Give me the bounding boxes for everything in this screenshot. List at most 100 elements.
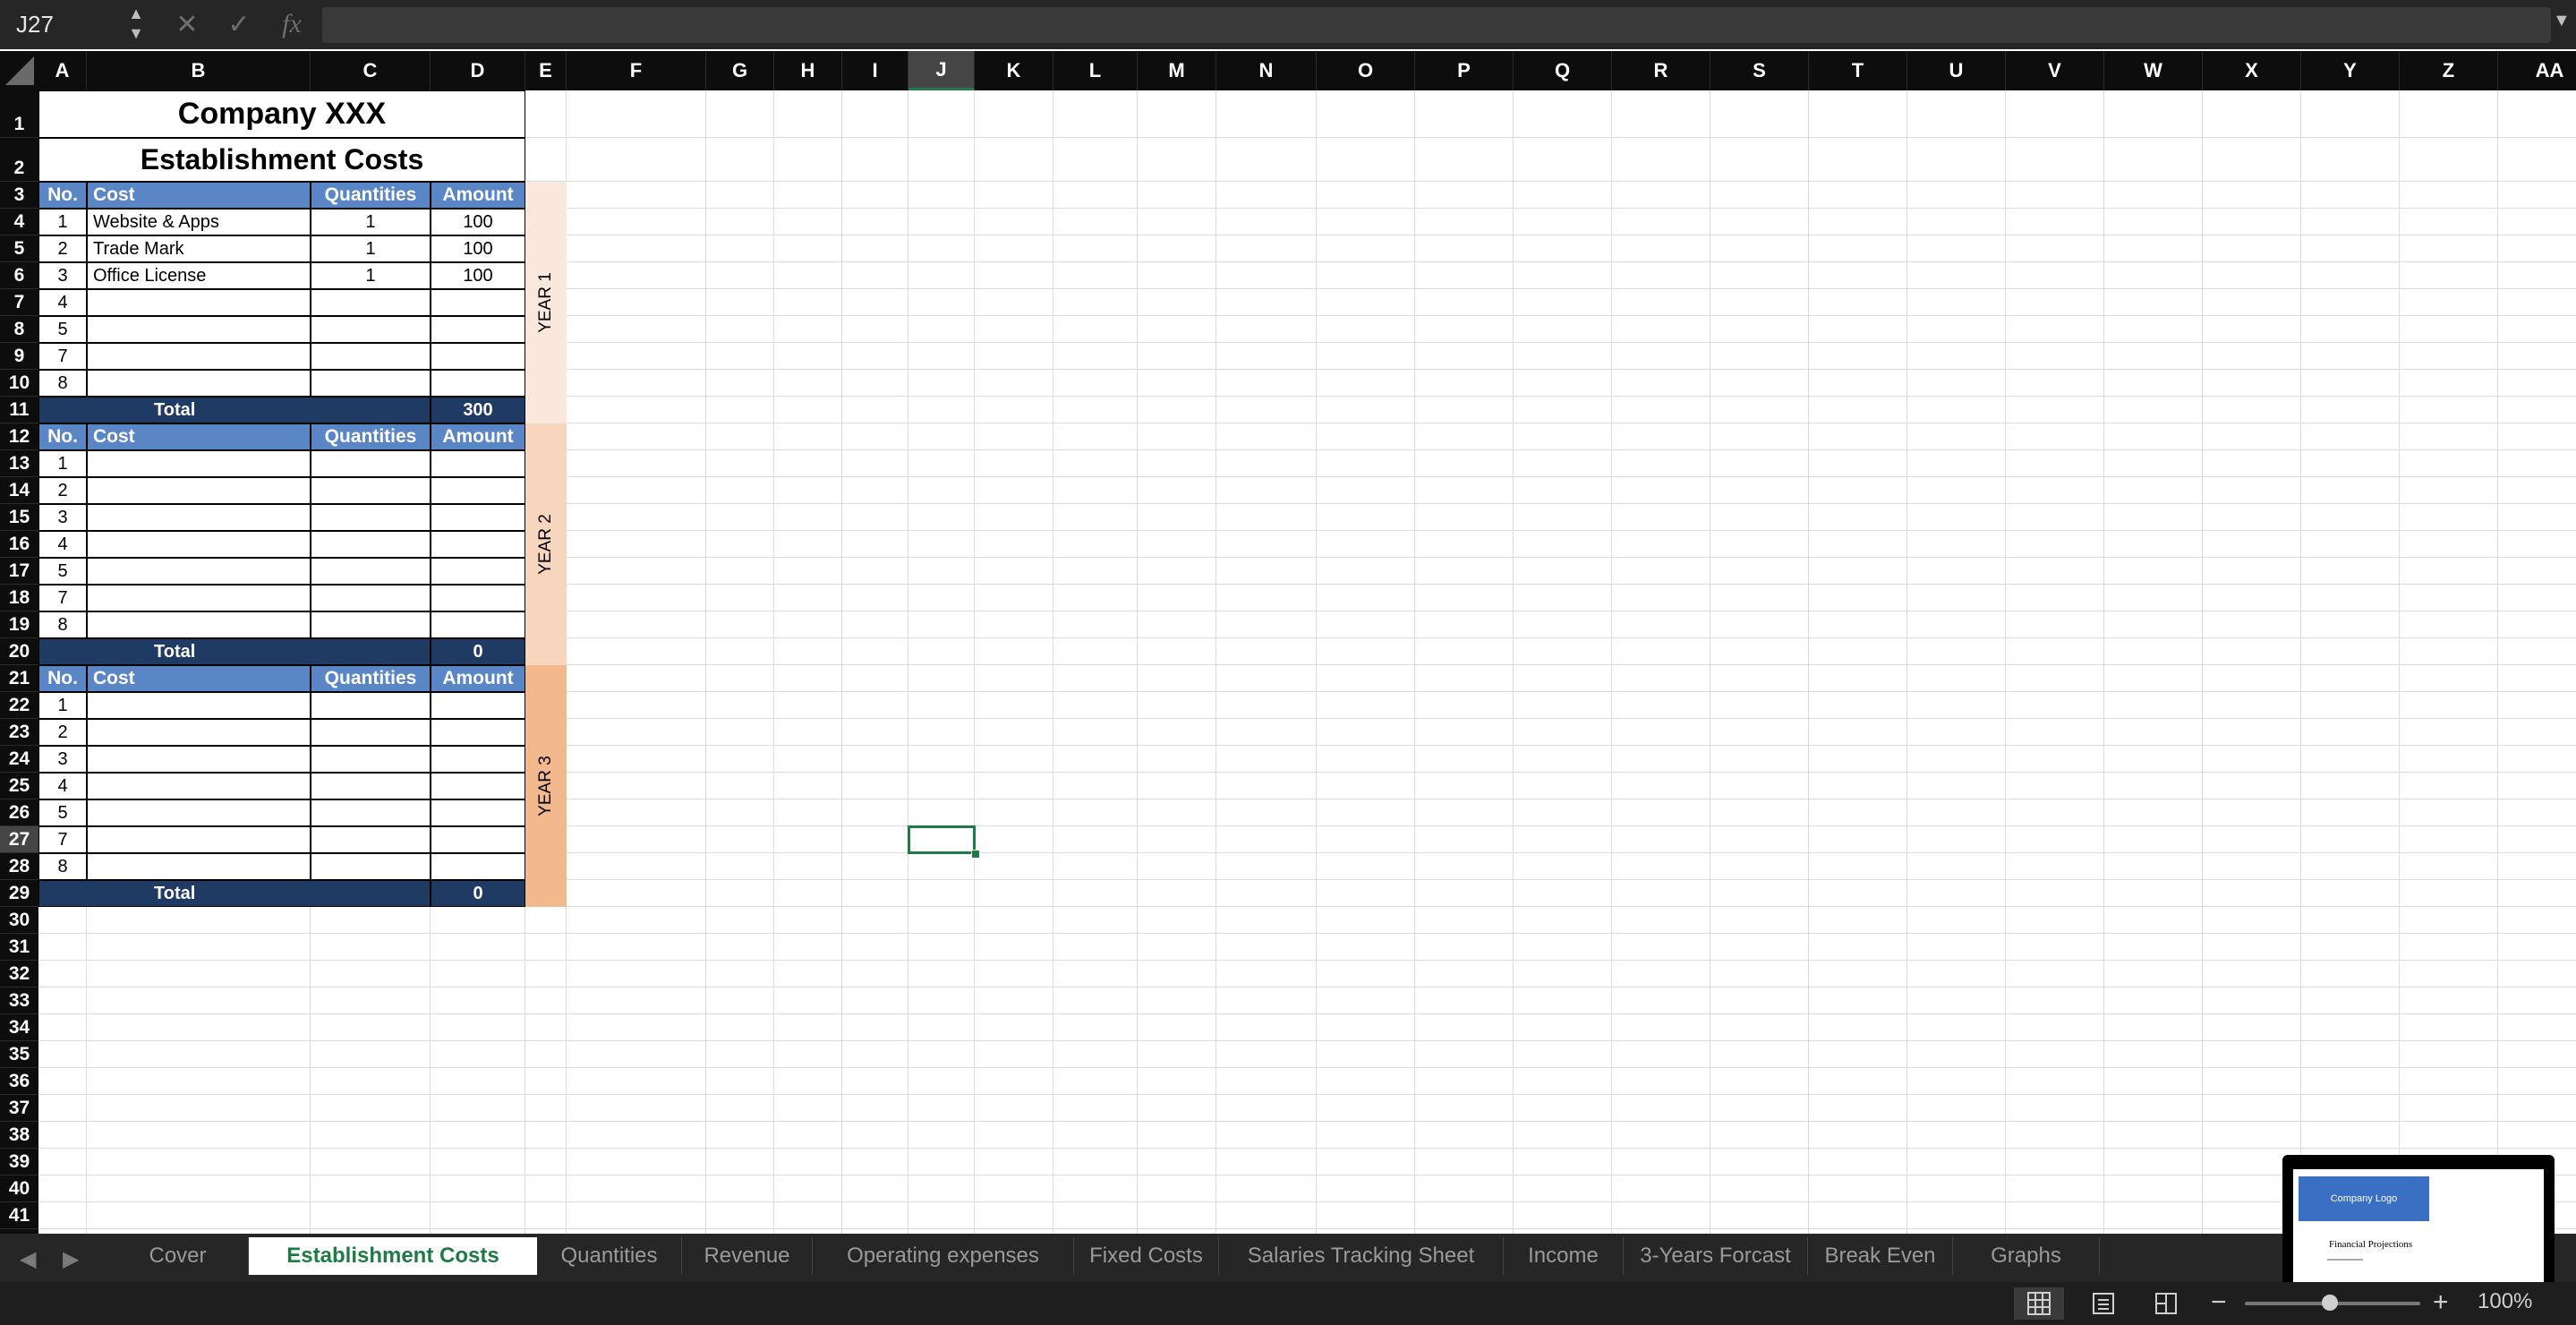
table-header-quantities[interactable]: Quantities — [311, 182, 431, 209]
table-row-no[interactable]: 4 — [38, 773, 87, 799]
table-row-no[interactable]: 8 — [38, 853, 87, 880]
table-total-label[interactable]: Total — [38, 638, 431, 665]
column-header-y[interactable]: Y — [2301, 51, 2400, 90]
table-row-quantity[interactable] — [311, 289, 431, 316]
table-row-no[interactable]: 2 — [38, 719, 87, 746]
table-row-cost[interactable]: Website & Apps — [87, 209, 311, 235]
column-header-z[interactable]: Z — [2400, 51, 2498, 90]
table-total-amount[interactable]: 0 — [431, 638, 525, 665]
sheet-tab-operating-expenses[interactable]: Operating expenses — [813, 1237, 1074, 1275]
table-row-cost[interactable] — [87, 692, 311, 719]
row-header-4[interactable]: 4 — [0, 209, 38, 235]
table-row-cost[interactable] — [87, 799, 311, 826]
row-header-1[interactable]: 1 — [0, 90, 38, 138]
row-header-12[interactable]: 12 — [0, 423, 38, 450]
table-header-amount[interactable]: Amount — [431, 665, 525, 692]
table-row-amount[interactable] — [431, 343, 525, 370]
sheet-tab-break-even[interactable]: Break Even — [1808, 1237, 1953, 1275]
table-row-no[interactable]: 1 — [38, 692, 87, 719]
column-header-q[interactable]: Q — [1514, 51, 1612, 90]
column-header-s[interactable]: S — [1710, 51, 1809, 90]
row-header-33[interactable]: 33 — [0, 987, 38, 1014]
row-header-34[interactable]: 34 — [0, 1014, 38, 1041]
table-row-amount[interactable]: 100 — [431, 209, 525, 235]
table-row-quantity[interactable] — [311, 558, 431, 585]
table-row-amount[interactable] — [431, 531, 525, 558]
table-row-cost[interactable] — [87, 853, 311, 880]
column-header-a[interactable]: A — [38, 51, 87, 90]
table-row-cost[interactable] — [87, 746, 311, 773]
normal-view-button[interactable] — [2014, 1287, 2064, 1320]
table-header-no[interactable]: No. — [38, 182, 87, 209]
table-row-quantity[interactable] — [311, 746, 431, 773]
table-row-amount[interactable] — [431, 289, 525, 316]
table-row-quantity[interactable] — [311, 585, 431, 611]
table-row-quantity[interactable] — [311, 370, 431, 397]
table-row-cost[interactable] — [87, 289, 311, 316]
row-header-24[interactable]: 24 — [0, 746, 38, 773]
column-header-v[interactable]: V — [2006, 51, 2104, 90]
table-header-quantities[interactable]: Quantities — [311, 423, 431, 450]
cancel-icon[interactable]: ✕ — [172, 7, 202, 41]
column-header-r[interactable]: R — [1612, 51, 1710, 90]
zoom-out-button[interactable]: − — [2211, 1287, 2227, 1318]
row-header-27[interactable]: 27 — [0, 826, 38, 853]
page-break-view-button[interactable] — [2141, 1287, 2191, 1320]
column-header-o[interactable]: O — [1317, 51, 1415, 90]
row-header-36[interactable]: 36 — [0, 1068, 38, 1095]
column-header-x[interactable]: X — [2203, 51, 2301, 90]
year-band-2[interactable]: YEAR 2 — [525, 423, 567, 665]
sheet-tab-establishment-costs[interactable]: Establishment Costs — [249, 1237, 537, 1275]
sheet-tab-salaries-tracking-sheet[interactable]: Salaries Tracking Sheet — [1219, 1237, 1504, 1275]
table-row-amount[interactable]: 100 — [431, 262, 525, 289]
row-header-38[interactable]: 38 — [0, 1122, 38, 1149]
table-row-cost[interactable] — [87, 558, 311, 585]
row-header-6[interactable]: 6 — [0, 262, 38, 289]
table-row-no[interactable]: 7 — [38, 585, 87, 611]
table-row-cost[interactable] — [87, 343, 311, 370]
row-header-32[interactable]: 32 — [0, 961, 38, 987]
table-row-cost[interactable] — [87, 773, 311, 799]
row-header-16[interactable]: 16 — [0, 531, 38, 558]
row-header-17[interactable]: 17 — [0, 558, 38, 585]
column-header-e[interactable]: E — [525, 51, 567, 90]
table-row-cost[interactable] — [87, 531, 311, 558]
table-row-quantity[interactable] — [311, 773, 431, 799]
table-row-amount[interactable] — [431, 692, 525, 719]
table-row-no[interactable]: 2 — [38, 477, 87, 504]
table-row-quantity[interactable] — [311, 719, 431, 746]
sheet-tab-fixed-costs[interactable]: Fixed Costs — [1074, 1237, 1219, 1275]
sheet-grid[interactable]: Company XXX Establishment Costs No. Cost Qua… — [38, 90, 2576, 1234]
table-row-quantity[interactable]: 1 — [311, 209, 431, 235]
row-header-3[interactable]: 3 — [0, 182, 38, 209]
table-row-no[interactable]: 1 — [38, 209, 87, 235]
table-row-cost[interactable] — [87, 585, 311, 611]
table-header-cost[interactable]: Cost — [87, 182, 311, 209]
row-header-21[interactable]: 21 — [0, 665, 38, 692]
column-header-h[interactable]: H — [774, 51, 842, 90]
column-header-w[interactable]: W — [2104, 51, 2203, 90]
table-header-no[interactable]: No. — [38, 423, 87, 450]
sheet-subtitle[interactable]: Establishment Costs — [38, 138, 525, 182]
row-header-20[interactable]: 20 — [0, 638, 38, 665]
row-header-8[interactable]: 8 — [0, 316, 38, 343]
table-row-quantity[interactable] — [311, 477, 431, 504]
row-header-5[interactable]: 5 — [0, 235, 38, 262]
table-row-amount[interactable] — [431, 611, 525, 638]
sheet-tab-quantities[interactable]: Quantities — [537, 1237, 682, 1275]
table-row-quantity[interactable]: 1 — [311, 262, 431, 289]
column-header-l[interactable]: L — [1053, 51, 1138, 90]
row-header-25[interactable]: 25 — [0, 773, 38, 799]
year-band-1[interactable]: YEAR 1 — [525, 182, 567, 423]
table-row-amount[interactable] — [431, 773, 525, 799]
table-row-cost[interactable] — [87, 826, 311, 853]
select-all-corner[interactable] — [0, 51, 38, 90]
table-row-cost[interactable] — [87, 477, 311, 504]
table-row-cost[interactable] — [87, 719, 311, 746]
tab-scroll-right-icon[interactable]: ▶ — [63, 1246, 79, 1272]
table-row-no[interactable]: 3 — [38, 504, 87, 531]
zoom-level[interactable]: 100% — [2478, 1289, 2532, 1314]
table-header-quantities[interactable]: Quantities — [311, 665, 431, 692]
column-header-aa[interactable]: AA — [2498, 51, 2576, 90]
table-row-amount[interactable] — [431, 585, 525, 611]
